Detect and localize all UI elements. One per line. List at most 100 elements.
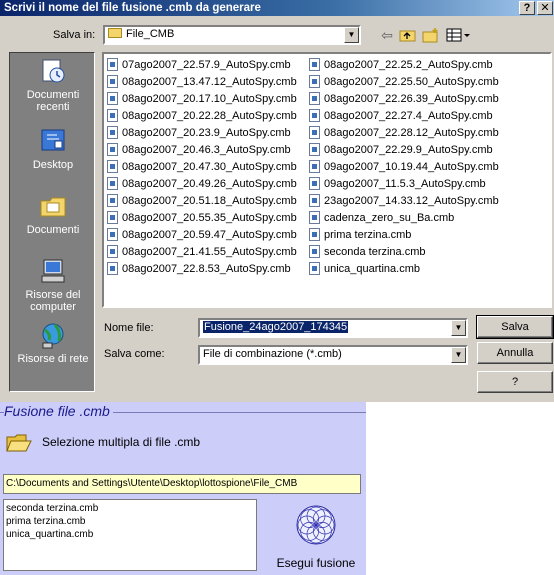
- save-button[interactable]: Salva: [476, 315, 554, 339]
- file-item[interactable]: prima terzina.cmb: [309, 227, 499, 244]
- file-item[interactable]: 08ago2007_20.46.3_AutoSpy.cmb: [107, 142, 297, 159]
- file-item[interactable]: 08ago2007_20.59.47_AutoSpy.cmb: [107, 227, 297, 244]
- file-name: 08ago2007_13.47.12_AutoSpy.cmb: [122, 76, 297, 88]
- cmb-file-icon: [107, 227, 118, 241]
- cmb-file-icon: [309, 142, 320, 156]
- file-item[interactable]: 08ago2007_22.8.53_AutoSpy.cmb: [107, 261, 297, 278]
- file-item[interactable]: 08ago2007_20.17.10_AutoSpy.cmb: [107, 91, 297, 108]
- file-item[interactable]: 08ago2007_22.28.12_AutoSpy.cmb: [309, 125, 499, 142]
- cmb-file-icon: [107, 244, 118, 258]
- file-item[interactable]: seconda terzina.cmb: [309, 244, 499, 261]
- cmb-file-icon: [309, 210, 320, 224]
- saveas-label: Salva come:: [104, 348, 165, 360]
- chevron-down-icon[interactable]: ▼: [344, 27, 359, 43]
- file-name: 08ago2007_22.8.53_AutoSpy.cmb: [122, 263, 291, 275]
- cmb-file-icon: [309, 193, 320, 207]
- selected-file-item[interactable]: unica_quartina.cmb: [6, 528, 254, 541]
- chevron-down-icon[interactable]: ▼: [451, 320, 466, 336]
- cmb-file-icon: [309, 57, 320, 71]
- up-folder-icon[interactable]: [399, 27, 417, 43]
- file-item[interactable]: 08ago2007_22.25.50_AutoSpy.cmb: [309, 74, 499, 91]
- file-name: 08ago2007_20.22.28_AutoSpy.cmb: [122, 110, 297, 122]
- panel-title: Fusione file .cmb: [4, 403, 113, 419]
- file-column-1: 07ago2007_22.57.9_AutoSpy.cmb 08ago2007_1…: [107, 57, 297, 278]
- file-item[interactable]: 08ago2007_13.47.12_AutoSpy.cmb: [107, 74, 297, 91]
- file-item[interactable]: unica_quartina.cmb: [309, 261, 499, 278]
- place-label: Documenti recenti: [26, 89, 80, 113]
- file-name: 08ago2007_20.47.30_AutoSpy.cmb: [122, 161, 297, 173]
- cmb-file-icon: [107, 74, 118, 88]
- help-button[interactable]: ?: [477, 371, 553, 393]
- file-item[interactable]: 09ago2007_11.5.3_AutoSpy.cmb: [309, 176, 499, 193]
- file-item[interactable]: 08ago2007_20.22.28_AutoSpy.cmb: [107, 108, 297, 125]
- place-documents[interactable]: Documenti: [10, 192, 96, 236]
- view-menu-icon[interactable]: [446, 27, 472, 43]
- file-item[interactable]: 08ago2007_20.47.30_AutoSpy.cmb: [107, 159, 297, 176]
- file-name: 09ago2007_10.19.44_AutoSpy.cmb: [324, 161, 499, 173]
- filename-input[interactable]: Fusione_24ago2007_174345 ▼: [198, 318, 468, 338]
- file-name: 08ago2007_20.46.3_AutoSpy.cmb: [122, 144, 291, 156]
- cancel-button[interactable]: Annulla: [477, 342, 553, 364]
- dialog-title: Scrivi il nome del file fusione .cmb da …: [4, 2, 261, 14]
- file-item[interactable]: 23ago2007_14.33.12_AutoSpy.cmb: [309, 193, 499, 210]
- place-network[interactable]: Risorse di rete: [10, 321, 96, 365]
- open-folder-icon[interactable]: [6, 432, 32, 454]
- desktop-icon: [39, 127, 67, 155]
- file-item[interactable]: 09ago2007_10.19.44_AutoSpy.cmb: [309, 159, 499, 176]
- back-icon[interactable]: ⇦: [378, 27, 396, 43]
- file-name: 08ago2007_22.27.4_AutoSpy.cmb: [324, 110, 493, 122]
- file-name: 08ago2007_22.28.12_AutoSpy.cmb: [324, 127, 499, 139]
- cmb-file-icon: [309, 125, 320, 139]
- selected-file-item[interactable]: seconda terzina.cmb: [6, 502, 254, 515]
- selected-file-item[interactable]: prima terzina.cmb: [6, 515, 254, 528]
- file-name: 23ago2007_14.33.12_AutoSpy.cmb: [324, 195, 499, 207]
- cmb-file-icon: [107, 142, 118, 156]
- file-item[interactable]: 08ago2007_22.25.2_AutoSpy.cmb: [309, 57, 499, 74]
- save-in-label: Salva in:: [53, 29, 96, 41]
- cmb-file-icon: [309, 91, 320, 105]
- file-item[interactable]: cadenza_zero_su_Ba.cmb: [309, 210, 499, 227]
- file-name: 08ago2007_22.26.39_AutoSpy.cmb: [324, 93, 499, 105]
- path-field[interactable]: C:\Documents and Settings\Utente\Desktop…: [3, 474, 361, 494]
- network-globe-icon: [39, 321, 67, 349]
- close-button[interactable]: ✕: [537, 1, 553, 15]
- cmb-file-icon: [309, 159, 320, 173]
- file-item[interactable]: 08ago2007_21.41.55_AutoSpy.cmb: [107, 244, 297, 261]
- file-item[interactable]: 08ago2007_22.29.9_AutoSpy.cmb: [309, 142, 499, 159]
- save-in-dropdown[interactable]: File_CMB ▼: [103, 25, 361, 45]
- file-item[interactable]: 08ago2007_20.23.9_AutoSpy.cmb: [107, 125, 297, 142]
- cmb-file-icon: [309, 74, 320, 88]
- file-name: 08ago2007_21.41.55_AutoSpy.cmb: [122, 246, 297, 258]
- execute-fusion-label: Esegui fusione: [276, 556, 356, 570]
- file-item[interactable]: 08ago2007_22.26.39_AutoSpy.cmb: [309, 91, 499, 108]
- place-recent-documents[interactable]: Documenti recenti: [10, 57, 96, 113]
- cmb-file-icon: [107, 91, 118, 105]
- place-my-computer[interactable]: Risorse del computer: [10, 257, 96, 313]
- file-item[interactable]: 08ago2007_20.49.26_AutoSpy.cmb: [107, 176, 297, 193]
- new-folder-icon[interactable]: [422, 27, 440, 43]
- help-title-button[interactable]: ?: [519, 1, 535, 15]
- file-list[interactable]: 07ago2007_22.57.9_AutoSpy.cmb 08ago2007_1…: [102, 52, 552, 308]
- filename-label: Nome file:: [104, 322, 154, 334]
- saveas-value: File di combinazione (*.cmb): [203, 348, 342, 360]
- cmb-file-icon: [309, 108, 320, 122]
- file-item[interactable]: 08ago2007_20.55.35_AutoSpy.cmb: [107, 210, 297, 227]
- file-name: 08ago2007_20.59.47_AutoSpy.cmb: [122, 229, 297, 241]
- file-name: 08ago2007_22.29.9_AutoSpy.cmb: [324, 144, 493, 156]
- fusion-panel: Fusione file .cmb Selezione multipla di …: [0, 402, 366, 575]
- computer-icon: [39, 257, 67, 285]
- file-item[interactable]: 08ago2007_22.27.4_AutoSpy.cmb: [309, 108, 499, 125]
- file-item[interactable]: 07ago2007_22.57.9_AutoSpy.cmb: [107, 57, 297, 74]
- file-name: prima terzina.cmb: [324, 229, 412, 241]
- saveas-dropdown[interactable]: File di combinazione (*.cmb) ▼: [198, 345, 468, 365]
- place-desktop[interactable]: Desktop: [10, 127, 96, 171]
- selected-files-list[interactable]: seconda terzina.cmb prima terzina.cmb unic…: [3, 499, 257, 571]
- chevron-down-icon[interactable]: ▼: [451, 347, 466, 363]
- file-name: 08ago2007_20.51.18_AutoSpy.cmb: [122, 195, 297, 207]
- file-name: seconda terzina.cmb: [324, 246, 426, 258]
- execute-fusion-button[interactable]: Esegui fusione: [270, 504, 362, 574]
- multi-select-label[interactable]: Selezione multipla di file .cmb: [42, 435, 200, 449]
- file-item[interactable]: 08ago2007_20.51.18_AutoSpy.cmb: [107, 193, 297, 210]
- cmb-file-icon: [107, 159, 118, 173]
- save-dialog: Scrivi il nome del file fusione .cmb da …: [0, 0, 554, 402]
